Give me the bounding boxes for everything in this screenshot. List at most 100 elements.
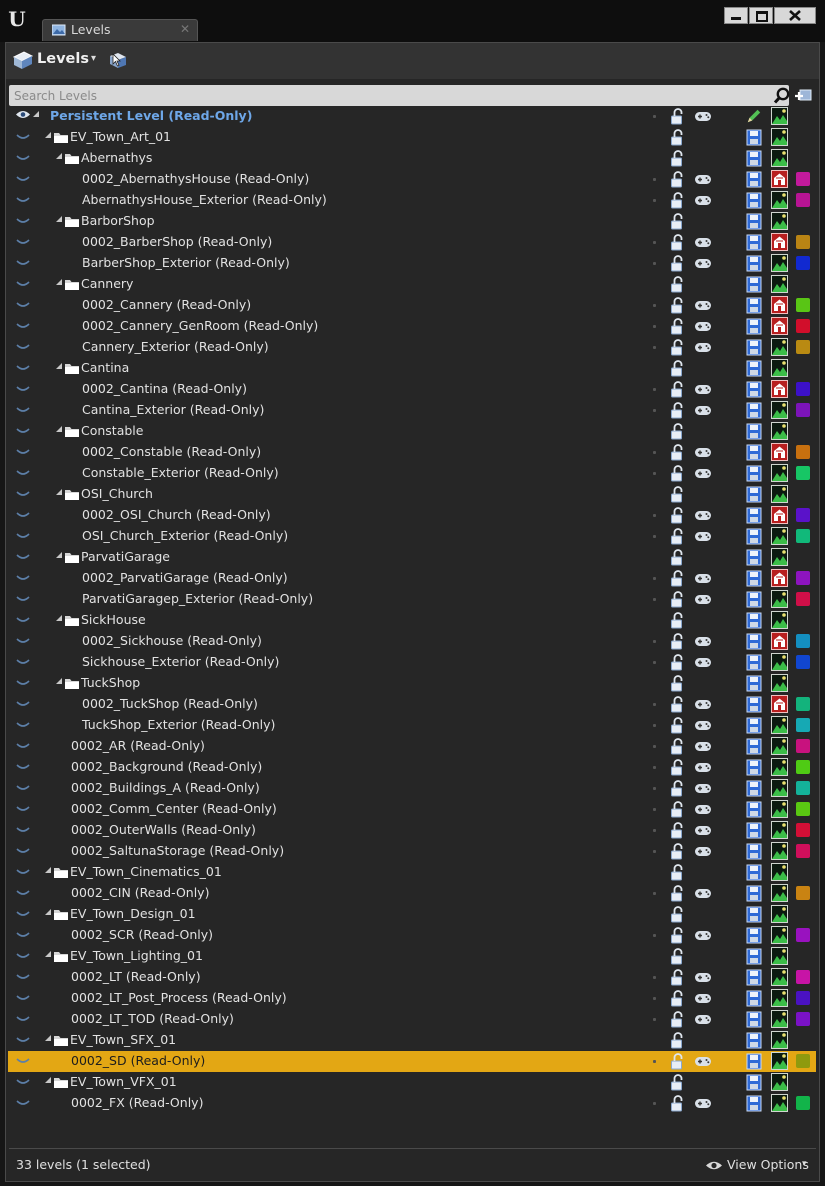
lock-icon[interactable] xyxy=(668,129,685,146)
save-icon[interactable] xyxy=(746,926,762,944)
level-image-icon[interactable] xyxy=(771,422,788,440)
folder-row[interactable]: EV_Town_Cinematics_01 xyxy=(8,862,816,883)
level-color-swatch[interactable] xyxy=(796,823,810,837)
lock-icon[interactable] xyxy=(668,402,685,419)
level-image-icon[interactable] xyxy=(771,149,788,167)
eye-icon[interactable] xyxy=(16,110,30,119)
lock-icon[interactable] xyxy=(668,381,685,398)
level-image-icon[interactable] xyxy=(771,716,788,734)
visibility-toggle-icon[interactable] xyxy=(16,154,30,162)
level-row[interactable]: 0002_BarberShop (Read-Only) xyxy=(8,232,816,253)
level-image-icon[interactable] xyxy=(771,1094,788,1112)
level-image-icon[interactable] xyxy=(771,1031,788,1049)
save-icon[interactable] xyxy=(746,233,762,251)
visibility-toggle-icon[interactable] xyxy=(16,469,30,477)
level-image-icon[interactable] xyxy=(771,464,788,482)
level-image-icon[interactable] xyxy=(771,338,788,356)
folder-row[interactable]: Cannery xyxy=(8,274,816,295)
expand-arrow-icon[interactable] xyxy=(56,489,62,495)
expand-arrow-icon[interactable] xyxy=(33,111,39,117)
level-image-icon[interactable] xyxy=(771,401,788,419)
level-color-swatch[interactable] xyxy=(796,466,810,480)
visibility-toggle-icon[interactable] xyxy=(16,763,30,771)
level-image-icon[interactable] xyxy=(771,842,788,860)
folder-row[interactable]: Abernathys xyxy=(8,148,816,169)
visibility-toggle-icon[interactable] xyxy=(16,448,30,456)
level-row[interactable]: ParvatiGaragep_Exterior (Read-Only) xyxy=(8,589,816,610)
gamepad-icon[interactable] xyxy=(694,172,712,186)
lock-icon[interactable] xyxy=(668,738,685,755)
level-row[interactable]: 0002_AR (Read-Only) xyxy=(8,736,816,757)
lock-icon[interactable] xyxy=(668,969,685,986)
save-icon[interactable] xyxy=(746,968,762,986)
level-row[interactable]: 0002_ParvatiGarage (Read-Only) xyxy=(8,568,816,589)
level-blueprint-icon[interactable] xyxy=(771,317,788,335)
save-icon[interactable] xyxy=(746,338,762,356)
visibility-toggle-icon[interactable] xyxy=(16,217,30,225)
level-color-swatch[interactable] xyxy=(796,571,810,585)
lock-icon[interactable] xyxy=(668,864,685,881)
level-image-icon[interactable] xyxy=(771,107,788,125)
folder-row[interactable]: TuckShop xyxy=(8,673,816,694)
save-icon[interactable] xyxy=(746,296,762,314)
lock-icon[interactable] xyxy=(668,234,685,251)
level-image-icon[interactable] xyxy=(771,212,788,230)
level-image-icon[interactable] xyxy=(771,863,788,881)
level-image-icon[interactable] xyxy=(771,590,788,608)
level-image-icon[interactable] xyxy=(771,737,788,755)
save-icon[interactable] xyxy=(746,569,762,587)
visibility-toggle-icon[interactable] xyxy=(16,1015,30,1023)
gamepad-icon[interactable] xyxy=(694,697,712,711)
visibility-toggle-icon[interactable] xyxy=(16,511,30,519)
folder-row[interactable]: OSI_Church xyxy=(8,484,816,505)
visibility-toggle-icon[interactable] xyxy=(16,427,30,435)
visibility-toggle-icon[interactable] xyxy=(16,742,30,750)
save-icon[interactable] xyxy=(746,947,762,965)
lock-icon[interactable] xyxy=(668,570,685,587)
save-icon[interactable] xyxy=(746,653,762,671)
gamepad-icon[interactable] xyxy=(694,445,712,459)
visibility-toggle-icon[interactable] xyxy=(16,847,30,855)
maximize-button[interactable] xyxy=(749,7,773,24)
visibility-toggle-icon[interactable] xyxy=(16,1099,30,1107)
lock-icon[interactable] xyxy=(668,990,685,1007)
lock-icon[interactable] xyxy=(668,906,685,923)
save-icon[interactable] xyxy=(746,212,762,230)
level-image-icon[interactable] xyxy=(771,611,788,629)
level-row[interactable]: 0002_Cannery_GenRoom (Read-Only) xyxy=(8,316,816,337)
gamepad-icon[interactable] xyxy=(694,718,712,732)
save-icon[interactable] xyxy=(746,1094,762,1112)
gamepad-icon[interactable] xyxy=(694,298,712,312)
visibility-toggle-icon[interactable] xyxy=(16,322,30,330)
gamepad-icon[interactable] xyxy=(694,529,712,543)
level-row[interactable]: OSI_Church_Exterior (Read-Only) xyxy=(8,526,816,547)
tab-levels[interactable]: Levels ✕ xyxy=(42,19,198,41)
level-image-icon[interactable] xyxy=(771,548,788,566)
level-image-icon[interactable] xyxy=(771,1073,788,1091)
save-icon[interactable] xyxy=(746,527,762,545)
level-image-icon[interactable] xyxy=(771,926,788,944)
lock-icon[interactable] xyxy=(668,948,685,965)
gamepad-icon[interactable] xyxy=(694,991,712,1005)
lock-icon[interactable] xyxy=(668,318,685,335)
lock-icon[interactable] xyxy=(668,885,685,902)
folder-row[interactable]: ParvatiGarage xyxy=(8,547,816,568)
save-icon[interactable] xyxy=(746,485,762,503)
save-icon[interactable] xyxy=(746,695,762,713)
level-color-swatch[interactable] xyxy=(796,844,810,858)
folder-row[interactable]: Constable xyxy=(8,421,816,442)
gamepad-icon[interactable] xyxy=(694,592,712,606)
lock-icon[interactable] xyxy=(668,507,685,524)
lock-icon[interactable] xyxy=(668,1053,685,1070)
level-blueprint-icon[interactable] xyxy=(771,170,788,188)
lock-icon[interactable] xyxy=(668,696,685,713)
visibility-toggle-icon[interactable] xyxy=(16,721,30,729)
visibility-toggle-icon[interactable] xyxy=(16,616,30,624)
lock-icon[interactable] xyxy=(668,780,685,797)
tab-close-icon[interactable]: ✕ xyxy=(180,22,190,36)
level-blueprint-icon[interactable] xyxy=(771,506,788,524)
save-icon[interactable] xyxy=(746,989,762,1007)
level-image-icon[interactable] xyxy=(771,485,788,503)
visibility-toggle-icon[interactable] xyxy=(16,196,30,204)
gamepad-icon[interactable] xyxy=(694,340,712,354)
